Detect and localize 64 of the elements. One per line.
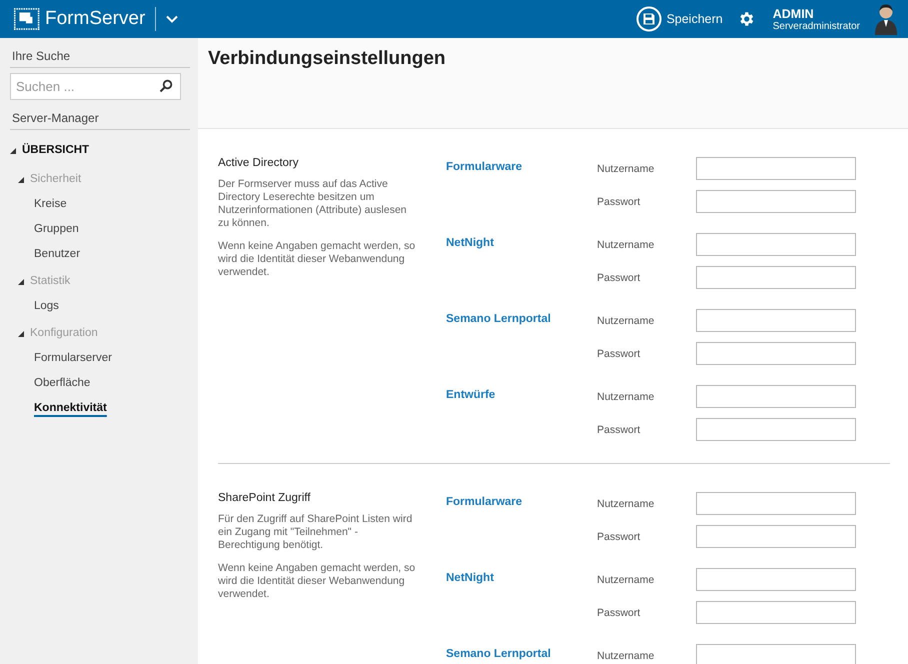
input-field[interactable]: [696, 492, 856, 515]
input-field[interactable]: [696, 266, 856, 289]
group-name: Semano Lernportal: [446, 312, 552, 327]
field-label: Nutzername: [597, 574, 656, 586]
user-name: ADMIN: [772, 6, 815, 20]
input-field[interactable]: [696, 233, 856, 256]
group-name: NetNight: [446, 571, 495, 586]
tree-item[interactable]: Formularserver: [10, 346, 190, 371]
input-field[interactable]: [696, 309, 856, 332]
section-title: Active Directory: [218, 157, 300, 169]
search-icon: [159, 79, 173, 93]
input-field[interactable]: [696, 418, 856, 441]
chevron-down-icon: [166, 15, 178, 23]
search-label: Ihre Suche: [10, 46, 190, 68]
description-text: Wenn keine Angaben gemacht werden, so wird die Identität dieser Webanwendung verwendet.: [218, 562, 416, 601]
save-button[interactable]: Speichern: [636, 6, 723, 32]
tree-item[interactable]: Benutzer: [10, 242, 190, 267]
tree-item[interactable]: ÜBERSICHT: [22, 138, 90, 163]
section-title: SharePoint Zugriff: [218, 492, 312, 504]
field-label: Nutzername: [597, 238, 656, 250]
input-field[interactable]: [696, 644, 856, 664]
tree-item[interactable]: Konnektivität: [10, 396, 190, 421]
tree-item[interactable]: Oberfläche: [10, 371, 190, 396]
description-text: Wenn keine Angaben gemacht werden, so wird die Identität dieser Webanwendung verwendet.: [218, 240, 416, 279]
page-title: Verbindungseinstellungen: [208, 48, 447, 70]
input-field[interactable]: [696, 568, 856, 591]
input-field[interactable]: [696, 525, 856, 548]
field-label: Passwort: [597, 272, 642, 284]
tree-item[interactable]: Logs: [10, 294, 190, 319]
app-logo: FormServer: [45, 8, 146, 30]
floppy-disk-icon: [636, 6, 662, 32]
avatar-icon[interactable]: [874, 3, 898, 35]
input-field[interactable]: [696, 601, 856, 624]
field-label: Passwort: [597, 424, 642, 436]
group-name: Formularware: [446, 160, 524, 175]
input-field[interactable]: [696, 385, 856, 408]
field-label: Passwort: [597, 606, 642, 618]
description-text: Der Formserver muss auf das Active Directory Leserechte besitzen um Nutzerinformationen (Attribute) auslesen zu können.: [218, 178, 408, 230]
field-label: Passwort: [597, 196, 642, 208]
field-label: Nutzername: [597, 498, 656, 510]
expand-arrow-icon[interactable]: [18, 176, 24, 182]
group-name: Entwürfe: [446, 388, 496, 403]
input-field[interactable]: [696, 342, 856, 365]
tree-item[interactable]: Gruppen: [10, 217, 190, 242]
field-label: Nutzername: [597, 314, 656, 326]
section-label: Server-Manager: [10, 108, 190, 130]
logo-icon: [14, 8, 40, 30]
input-field[interactable]: [696, 157, 856, 180]
group-name: Semano Lernportal: [446, 647, 552, 662]
field-label: Passwort: [597, 348, 642, 360]
field-label: Nutzername: [597, 650, 656, 662]
search-field[interactable]: Suchen ...: [10, 73, 181, 100]
description-text: Für den Zugriff auf SharePoint Listen wird ein Zugang mit "Teilnehmen" - Berechtigung benötigt.: [218, 513, 414, 552]
expand-arrow-icon[interactable]: [10, 148, 16, 154]
group-name: NetNight: [446, 236, 495, 251]
field-label: Passwort: [597, 530, 642, 542]
group-name: Formularware: [446, 495, 524, 510]
user-role: Serveradministrator: [772, 20, 860, 32]
expand-arrow-icon[interactable]: [18, 330, 24, 336]
tree-item[interactable]: Kreise: [10, 192, 190, 217]
input-field[interactable]: [696, 190, 856, 213]
expand-arrow-icon[interactable]: [18, 278, 24, 284]
field-label: Nutzername: [597, 390, 656, 402]
field-label: Nutzername: [597, 162, 656, 174]
